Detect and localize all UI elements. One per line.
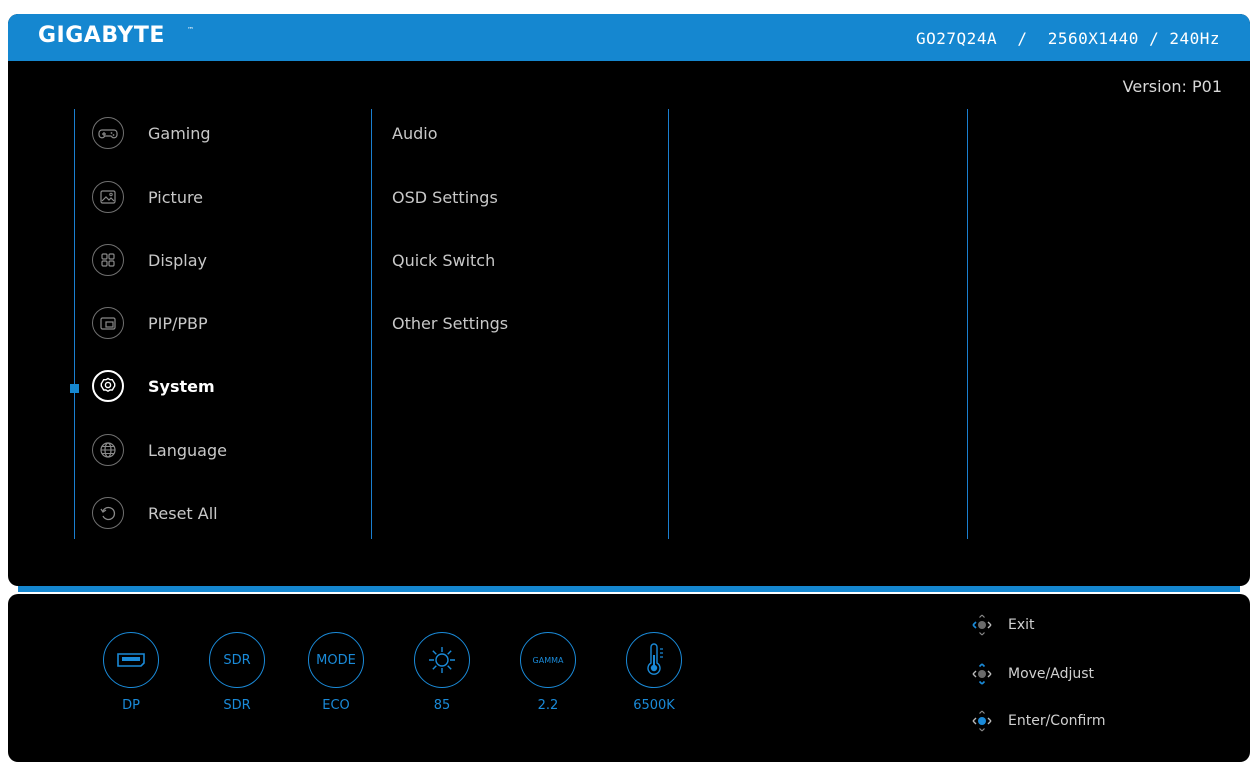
status-value: 85 — [433, 698, 451, 713]
column-divider — [967, 109, 968, 539]
status-circle-text: GAMMA — [532, 655, 564, 665]
status-brightness: 85 — [402, 632, 482, 713]
status-value: DP — [122, 698, 140, 713]
brand-logo: GIGABYTE — [38, 23, 165, 48]
status-value: SDR — [223, 698, 251, 713]
brightness-icon — [414, 632, 470, 688]
globe-icon — [92, 434, 124, 466]
pip-icon — [92, 307, 124, 339]
active-indicator — [70, 384, 79, 393]
status-value: 6500K — [633, 698, 675, 713]
column-divider — [371, 109, 372, 539]
hint-exit: Exit — [970, 612, 1035, 638]
column-divider — [74, 109, 75, 539]
status-input-source: DP — [91, 632, 171, 713]
menu-label: Display — [148, 250, 207, 270]
hint-label: Move/Adjust — [1008, 666, 1095, 682]
menu-label: Reset All — [148, 503, 218, 523]
status-value: ECO — [322, 698, 350, 713]
reset-icon — [92, 497, 124, 529]
picture-icon — [92, 181, 124, 213]
brand-trademark: ™ — [187, 26, 194, 34]
submenu-item-audio[interactable]: Audio — [392, 124, 437, 143]
menu-label: Language — [148, 440, 227, 460]
column-divider — [668, 109, 669, 539]
hint-label: Enter/Confirm — [1008, 713, 1106, 729]
hint-label: Exit — [1008, 617, 1035, 633]
submenu-item-quick-switch[interactable]: Quick Switch — [392, 251, 495, 270]
status-color-temp: 6500K — [614, 632, 694, 713]
submenu-item-other-settings[interactable]: Other Settings — [392, 314, 508, 333]
menu-item-gaming[interactable]: Gaming — [92, 113, 211, 153]
displayport-icon — [103, 632, 159, 688]
status-hdr: SDR SDR — [197, 632, 277, 713]
osd-header: GIGABYTE ™ GO27Q24A / 2560X1440 / 240Hz — [8, 14, 1250, 61]
menu-item-language[interactable]: Language — [92, 430, 227, 470]
menu-item-reset-all[interactable]: Reset All — [92, 493, 218, 533]
sdr-badge: SDR — [209, 632, 265, 688]
system-gear-icon — [92, 370, 124, 402]
model-info: GO27Q24A / 2560X1440 / 240Hz — [916, 29, 1220, 48]
status-gamma: GAMMA 2.2 — [508, 632, 588, 713]
menu-item-pip-pbp[interactable]: PIP/PBP — [92, 303, 208, 343]
firmware-version: Version: P01 — [1122, 77, 1222, 96]
menu-label: PIP/PBP — [148, 313, 208, 333]
status-value: 2.2 — [537, 698, 559, 713]
hint-enter-confirm: Enter/Confirm — [970, 708, 1105, 734]
status-circle-text: SDR — [223, 652, 251, 668]
joystick-updown-icon — [972, 663, 992, 685]
menu-label: Picture — [148, 187, 204, 207]
hint-move-adjust: Move/Adjust — [970, 661, 1094, 687]
menu-item-system[interactable]: System — [92, 366, 215, 406]
display-grid-icon — [92, 244, 124, 276]
gamepad-icon — [92, 117, 124, 149]
thermometer-icon — [626, 632, 682, 688]
menu-item-display[interactable]: Display — [92, 240, 207, 280]
submenu-item-osd-settings[interactable]: OSD Settings — [392, 188, 498, 207]
panel-divider-strip — [18, 586, 1240, 592]
gamma-badge: GAMMA — [520, 632, 576, 688]
mode-badge: MODE — [308, 632, 364, 688]
joystick-left-icon — [972, 614, 992, 636]
osd-main-panel: GIGABYTE ™ GO27Q24A / 2560X1440 / 240Hz … — [8, 14, 1250, 586]
menu-label: System — [148, 376, 215, 396]
menu-label: Gaming — [148, 123, 211, 143]
osd-status-panel: DP SDR SDR MODE ECO 85 GAMMA 2.2 6500K E… — [8, 594, 1250, 762]
joystick-press-icon — [972, 710, 992, 732]
menu-item-picture[interactable]: Picture — [92, 177, 203, 217]
status-circle-text: MODE — [316, 652, 356, 668]
status-picture-mode: MODE ECO — [296, 632, 376, 713]
